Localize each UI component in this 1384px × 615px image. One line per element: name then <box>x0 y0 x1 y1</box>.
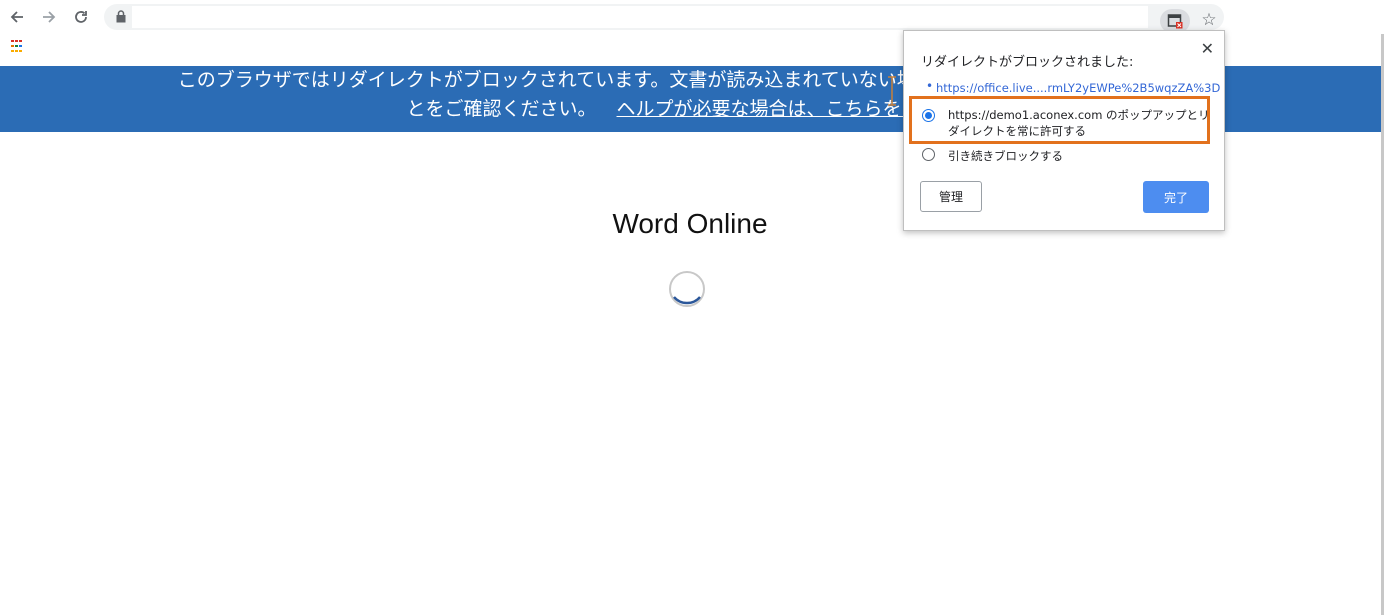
popup-title: リダイレクトがブロックされました: <box>921 55 1134 70</box>
forward-button[interactable] <box>36 4 62 30</box>
popup-blocked-icon <box>1167 14 1183 29</box>
blocked-url-link[interactable]: https://office.live....rmLY2yEWPe%2B5wqz… <box>936 81 1220 95</box>
arrow-right-icon <box>43 11 56 23</box>
bullet-icon: • <box>926 79 934 93</box>
loading-spinner-icon <box>669 271 705 307</box>
reload-icon <box>75 11 87 23</box>
bookmark-star-button[interactable]: ☆ <box>1198 9 1220 31</box>
address-bar[interactable]: ☆ <box>104 4 1224 33</box>
reload-button[interactable] <box>68 4 94 30</box>
back-button[interactable] <box>4 4 30 30</box>
banner-text: とをご確認ください。 <box>406 98 597 120</box>
text-cursor-icon <box>888 76 896 106</box>
apps-icon[interactable] <box>11 40 25 54</box>
allow-radio[interactable] <box>922 109 935 122</box>
arrow-left-icon <box>10 11 23 23</box>
star-icon: ☆ <box>1201 10 1217 30</box>
redirect-blocked-popup: リダイレクトがブロックされました: ✕ • https://office.liv… <box>903 30 1225 231</box>
lock-icon <box>116 10 126 23</box>
block-radio[interactable] <box>922 148 935 161</box>
manage-button[interactable]: 管理 <box>920 181 982 212</box>
done-button[interactable]: 完了 <box>1143 181 1209 213</box>
allow-option-label[interactable]: https://demo1.aconex.com のポップアップとリダイレクトを… <box>948 107 1210 139</box>
url-field[interactable] <box>132 6 1148 28</box>
close-icon[interactable]: ✕ <box>1201 39 1214 58</box>
browser-toolbar: ☆ <box>0 0 1384 34</box>
block-option-label[interactable]: 引き続きブロックする <box>948 148 1063 164</box>
